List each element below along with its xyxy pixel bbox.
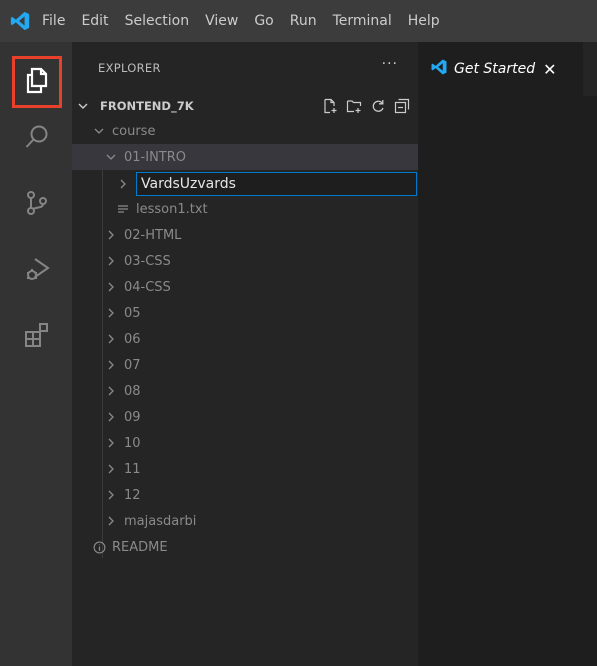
chevron-down-icon [104,151,118,163]
tree-label: README [112,539,168,555]
extensions-icon [23,321,51,353]
chevron-right-icon [104,489,118,501]
tree-label: 08 [124,383,141,399]
info-icon [92,541,106,554]
explorer-actions [322,94,410,118]
tree-label: 04-CSS [124,279,171,295]
tree-label: 01-INTRO [124,149,186,165]
chevron-down-icon [76,100,90,112]
tree-label: majasdarbi [124,513,197,529]
chevron-right-icon [104,411,118,423]
tree-label: 07 [124,357,141,373]
run-debug-icon [23,255,51,287]
collapse-all-icon[interactable] [394,98,410,114]
tree-folder-07[interactable]: 07 [72,352,418,378]
chevron-right-icon [104,281,118,293]
search-icon [23,123,51,155]
tree-label: 02-HTML [124,227,182,243]
menu-help[interactable]: Help [400,0,448,42]
vscode-logo-icon [430,58,448,80]
tree-label: 06 [124,331,141,347]
tree-folder-rename[interactable]: VardsUzvards [72,172,418,196]
chevron-right-icon [116,178,130,190]
workspace-section-header[interactable]: FRONTEND_7K [72,94,418,118]
explorer-sidebar: EXPLORER ··· FRONTEND_7K course 01-INTRO… [72,42,418,666]
tree-label: 05 [124,305,141,321]
tree-folder-majasdarbi[interactable]: majasdarbi [72,508,418,534]
tree-folder-12[interactable]: 12 [72,482,418,508]
tree-label: 10 [124,435,141,451]
chevron-right-icon [104,359,118,371]
explorer-header: EXPLORER ··· [72,42,418,94]
tree-folder-10[interactable]: 10 [72,430,418,456]
chevron-down-icon [92,125,106,137]
menu-run[interactable]: Run [282,0,325,42]
menu-file[interactable]: File [40,0,73,42]
tree-file-lesson1[interactable]: lesson1.txt [72,196,418,222]
chevron-right-icon [104,333,118,345]
chevron-right-icon [104,255,118,267]
source-control-icon [23,189,51,221]
explorer-activity-button[interactable] [12,56,62,108]
refresh-icon[interactable] [370,98,386,114]
close-icon[interactable]: ✕ [543,60,556,79]
menu-bar: File Edit Selection View Go Run Terminal… [0,0,597,42]
chevron-right-icon [104,437,118,449]
new-folder-icon[interactable] [346,98,362,114]
tree-label: 11 [124,461,141,477]
menu-go[interactable]: Go [246,0,281,42]
text-file-icon [116,203,130,215]
new-file-icon[interactable] [322,98,338,114]
tree-folder-04-css[interactable]: 04-CSS [72,274,418,300]
tree-label: 12 [124,487,141,503]
tree-folder-01-intro[interactable]: 01-INTRO [72,144,418,170]
tree-folder-08[interactable]: 08 [72,378,418,404]
workspace-folder-name: FRONTEND_7K [100,99,194,113]
chevron-right-icon [104,515,118,527]
tab-label: Get Started [454,61,536,77]
more-actions-button[interactable]: ··· [382,56,398,72]
file-tree: course 01-INTRO VardsUzvards lesson1.txt… [72,118,418,560]
rename-input-value: VardsUzvards [141,176,236,192]
chevron-right-icon [104,307,118,319]
tree-folder-05[interactable]: 05 [72,300,418,326]
rename-input[interactable]: VardsUzvards [136,172,417,196]
tree-folder-06[interactable]: 06 [72,326,418,352]
vscode-window: File Edit Selection View Go Run Terminal… [0,0,597,666]
tree-file-readme[interactable]: README [72,534,418,560]
search-activity-button[interactable] [14,116,60,162]
source-control-activity-button[interactable] [14,182,60,228]
tree-folder-03-css[interactable]: 03-CSS [72,248,418,274]
menu-terminal[interactable]: Terminal [325,0,400,42]
menu-selection[interactable]: Selection [117,0,198,42]
vscode-logo-icon [0,0,40,42]
chevron-right-icon [104,463,118,475]
extensions-activity-button[interactable] [14,314,60,360]
tree-label: course [112,123,156,139]
tree-folder-09[interactable]: 09 [72,404,418,430]
files-icon [23,66,51,98]
tree-folder-02-html[interactable]: 02-HTML [72,222,418,248]
menu-edit[interactable]: Edit [73,0,116,42]
run-debug-activity-button[interactable] [14,248,60,294]
menu-view[interactable]: View [197,0,246,42]
explorer-title: EXPLORER [98,61,161,75]
tab-get-started[interactable]: Get Started ✕ [418,42,583,96]
activity-bar [0,42,72,666]
editor-tab-bar: Get Started ✕ [418,42,597,96]
tree-folder-course[interactable]: course [72,118,418,144]
editor-area: Get Started ✕ [418,42,597,666]
chevron-right-icon [104,229,118,241]
tree-label: 03-CSS [124,253,171,269]
tree-folder-11[interactable]: 11 [72,456,418,482]
tree-label: 09 [124,409,141,425]
chevron-right-icon [104,385,118,397]
tree-label: lesson1.txt [136,201,208,217]
